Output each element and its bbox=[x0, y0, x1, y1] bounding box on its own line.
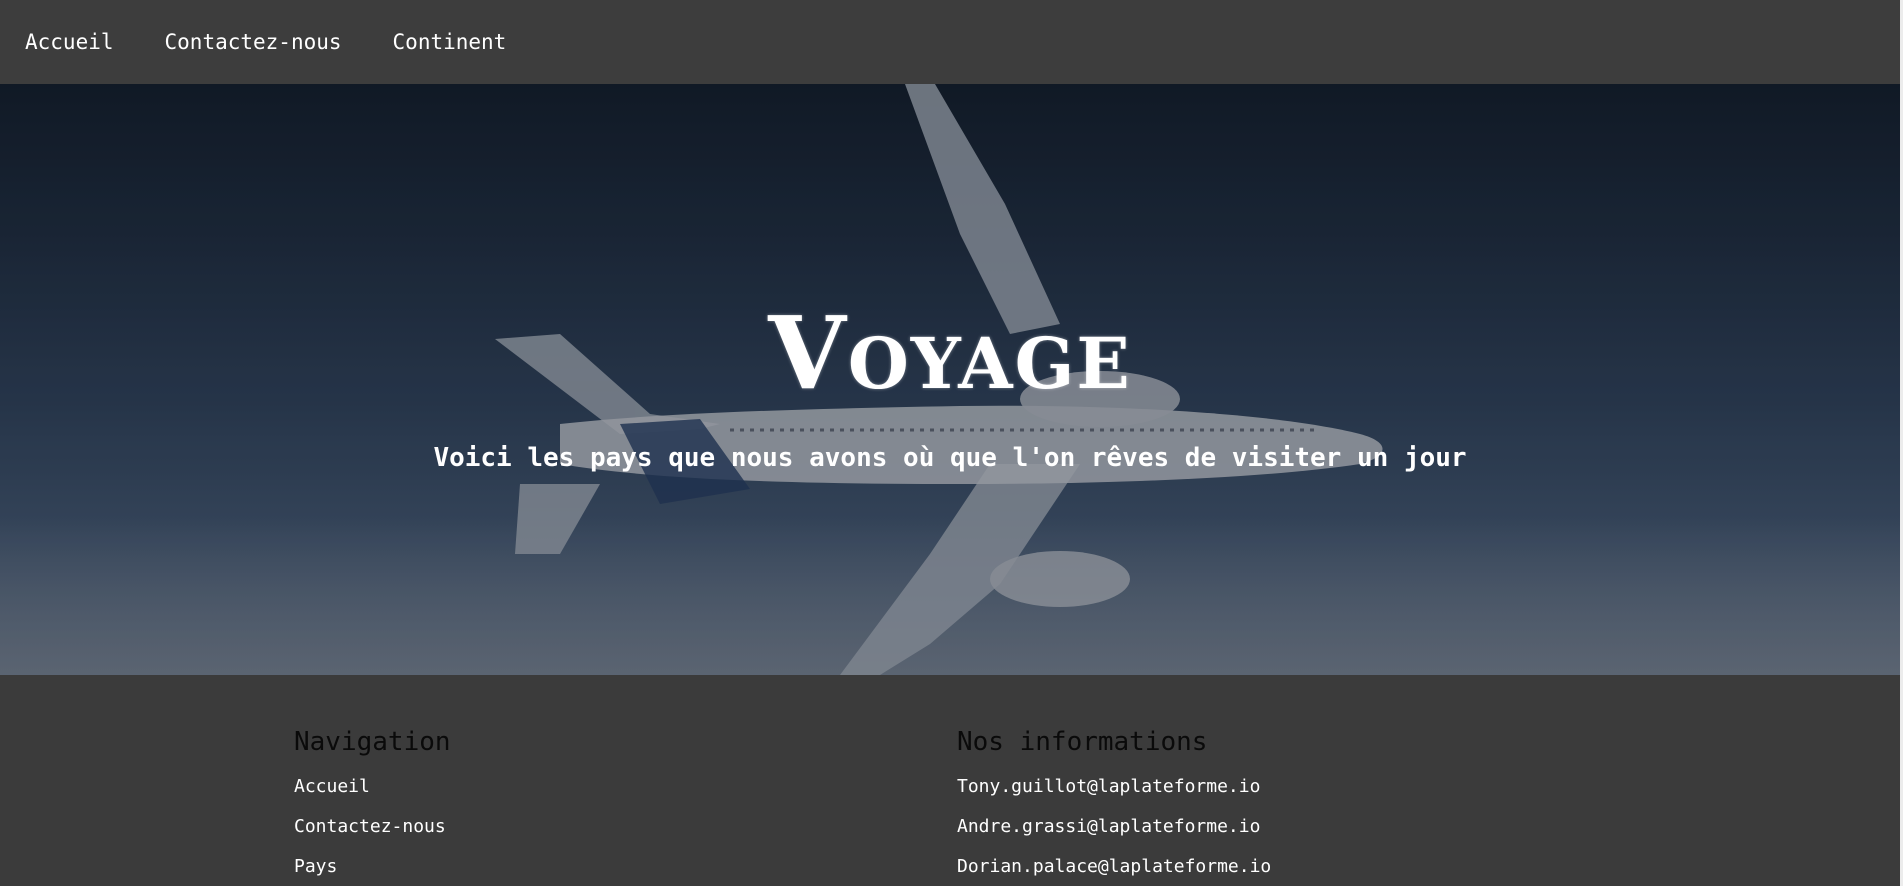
footer-email: Andre.grassi@laplateforme.io bbox=[957, 816, 1261, 837]
nav-link-continent[interactable]: Continent bbox=[393, 30, 507, 54]
list-item: Accueil bbox=[294, 767, 451, 807]
hero-subtitle: Voici les pays que nous avons où que l'o… bbox=[433, 443, 1467, 473]
list-item: Contactez-nous bbox=[294, 807, 451, 847]
footer-email-list: Tony.guillot@laplateforme.io Andre.grass… bbox=[957, 767, 1271, 886]
hero-title: Voyage bbox=[768, 294, 1132, 412]
footer-link-contactez-nous[interactable]: Contactez-nous bbox=[294, 816, 446, 837]
footer-link-pays[interactable]: Pays bbox=[294, 856, 337, 877]
footer-navigation-list: Accueil Contactez-nous Pays bbox=[294, 767, 451, 886]
top-navigation: Accueil Contactez-nous Continent bbox=[0, 0, 1900, 84]
list-item: Pays bbox=[294, 847, 451, 886]
footer-navigation-heading: Navigation bbox=[294, 727, 451, 757]
footer-link-accueil[interactable]: Accueil bbox=[294, 776, 370, 797]
nav-link-accueil[interactable]: Accueil bbox=[25, 30, 114, 54]
footer-informations-heading: Nos informations bbox=[957, 727, 1208, 757]
footer-email: Dorian.palace@laplateforme.io bbox=[957, 856, 1272, 877]
footer-email: Tony.guillot@laplateforme.io bbox=[957, 776, 1261, 797]
footer: Navigation Accueil Contactez-nous Pays N… bbox=[0, 675, 1900, 886]
nav-link-contactez-nous[interactable]: Contactez-nous bbox=[165, 30, 342, 54]
footer-informations: Nos informations Tony.guillot@laplatefor… bbox=[957, 727, 1271, 886]
hero-banner: Voyage Voici les pays que nous avons où … bbox=[0, 84, 1900, 675]
footer-navigation: Navigation Accueil Contactez-nous Pays bbox=[294, 727, 451, 886]
